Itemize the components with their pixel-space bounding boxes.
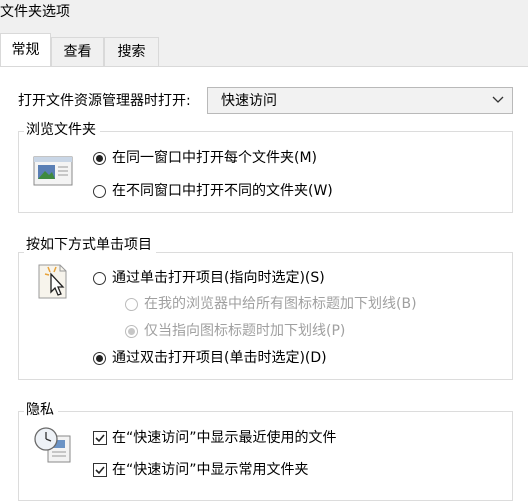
checkmark-icon (95, 466, 105, 475)
click-items-title: 按如下方式单击项目 (24, 235, 156, 255)
tab-search[interactable]: 搜索 (104, 37, 159, 66)
open-explorer-selected: 快速访问 (221, 93, 277, 109)
tab-search-label: 搜索 (117, 44, 146, 60)
radio-single-click-label[interactable]: 通过单击打开项目(指向时选定)(S) (112, 268, 325, 288)
checkbox-frequent-folders[interactable] (93, 463, 107, 477)
radio-same-window-label[interactable]: 在同一窗口中打开每个文件夹(M) (112, 148, 317, 168)
radio-underline-all-label[interactable]: 在我的浏览器中给所有图标标题加下划线(B) (144, 294, 417, 314)
checkmark-icon (95, 434, 105, 443)
radio-double-click-label[interactable]: 通过双击打开项目(单击时选定)(D) (112, 348, 327, 368)
radio-underline-hover-label[interactable]: 仅当指向图标标题时加下划线(P) (144, 321, 345, 341)
radio-double-click[interactable] (93, 352, 106, 365)
checkbox-recent-files[interactable] (93, 431, 107, 445)
radio-underline-hover[interactable] (125, 325, 138, 338)
privacy-title: 隐私 (24, 400, 58, 420)
tab-general[interactable]: 常规 (0, 33, 51, 67)
cursor-click-icon (38, 264, 67, 299)
title-bar: 文件夹选项 (0, 0, 528, 27)
radio-underline-all[interactable] (125, 298, 138, 311)
folder-window-icon (33, 156, 73, 186)
tab-general-label: 常规 (11, 42, 40, 58)
tab-view[interactable]: 查看 (51, 37, 104, 66)
radio-new-window[interactable] (93, 185, 106, 198)
open-explorer-label: 打开文件资源管理器时打开: (18, 93, 191, 109)
chevron-down-icon (492, 96, 504, 103)
clock-document-icon (34, 427, 71, 463)
checkbox-recent-files-label[interactable]: 在“快速访问”中显示最近使用的文件 (112, 428, 337, 448)
radio-new-window-label[interactable]: 在不同窗口中打开不同的文件夹(W) (112, 181, 333, 201)
tab-strip: 常规 查看 搜索 (0, 27, 528, 67)
checkbox-frequent-folders-label[interactable]: 在“快速访问”中显示常用文件夹 (112, 460, 309, 480)
window-title: 文件夹选项 (0, 4, 70, 20)
radio-same-window[interactable] (93, 152, 106, 165)
radio-single-click[interactable] (93, 272, 106, 285)
privacy-group (18, 411, 513, 501)
tab-view-label: 查看 (63, 44, 92, 60)
browse-folders-title: 浏览文件夹 (24, 120, 100, 140)
general-tab-panel: 打开文件资源管理器时打开: 快速访问 浏览文件夹 在同一窗口中打开每个文件夹(M… (0, 67, 528, 501)
open-explorer-dropdown[interactable]: 快速访问 (207, 87, 513, 114)
